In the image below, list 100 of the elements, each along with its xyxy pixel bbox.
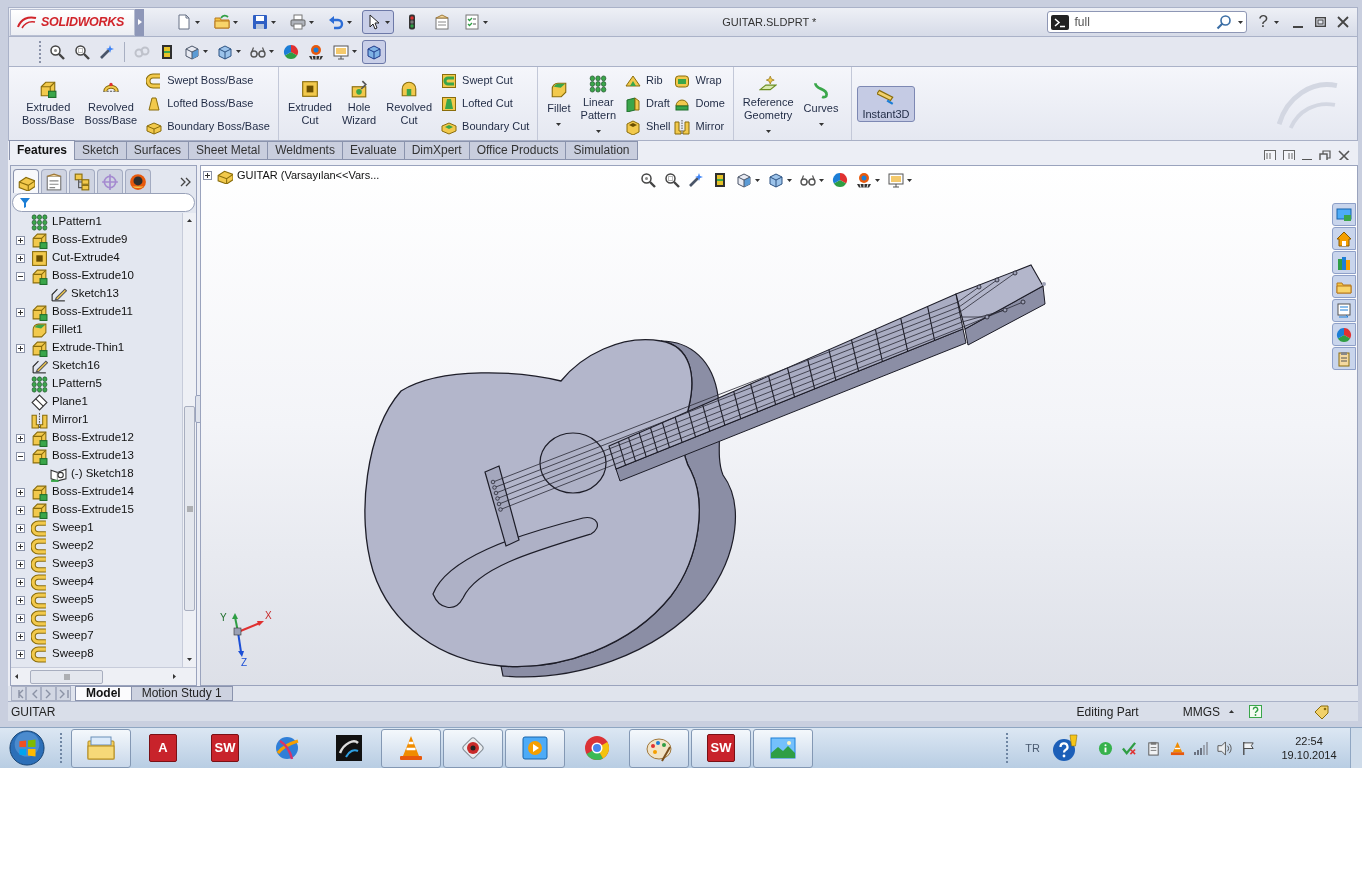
taskbar-app-button[interactable]: SW xyxy=(691,728,751,768)
cut-boundary-command-button[interactable]: Boundary Cut xyxy=(441,117,530,136)
hole-command-button[interactable]: Hole Wizard xyxy=(336,69,382,138)
feature-tree-item[interactable]: LPattern5 xyxy=(52,375,102,393)
command-tab[interactable]: Evaluate xyxy=(341,141,405,160)
close-icon[interactable] xyxy=(1338,150,1350,162)
curves-command-button[interactable]: Curves xyxy=(798,69,844,138)
plus-box-icon[interactable] xyxy=(15,559,25,569)
plus-box-icon[interactable] xyxy=(15,613,25,623)
tag-icon[interactable] xyxy=(1314,704,1330,719)
plus-box-icon[interactable] xyxy=(15,595,25,605)
feature-tree-item[interactable]: Mirror1 xyxy=(52,411,89,429)
command-tab[interactable]: Features xyxy=(9,140,76,160)
command-tab[interactable]: DimXpert xyxy=(403,141,470,160)
plus-box-icon[interactable] xyxy=(203,170,212,180)
search-field[interactable]: full xyxy=(1046,11,1247,33)
help-button[interactable]: ? xyxy=(1258,12,1279,32)
panel-tab[interactable] xyxy=(125,169,151,193)
feature-tree-item[interactable]: Sweep4 xyxy=(52,573,94,591)
menu-expand-button[interactable] xyxy=(135,8,144,36)
task-pane-tab[interactable] xyxy=(1332,299,1356,322)
more-tabs-button[interactable] xyxy=(180,177,191,187)
shaded-button[interactable] xyxy=(362,39,386,64)
cut-revolve-command-button[interactable]: Revolved Cut xyxy=(381,69,438,138)
clipboard-icon[interactable] xyxy=(1146,740,1161,756)
feature-tree-item[interactable]: Sweep8 xyxy=(52,645,94,663)
feature-tree-item[interactable]: Sketch13 xyxy=(71,285,119,303)
plus-box-icon[interactable] xyxy=(15,433,25,443)
flag-icon[interactable] xyxy=(1241,740,1256,756)
feature-tree-item[interactable]: Boss-Extrude12 xyxy=(52,429,134,447)
panel-tab[interactable] xyxy=(13,169,39,193)
loft-command-button[interactable]: Lofted Boss/Base xyxy=(146,94,270,113)
speaker-icon[interactable] xyxy=(1217,740,1232,756)
cut-sweep-command-button[interactable]: Swept Cut xyxy=(441,71,530,90)
taskbar-app-button[interactable]: SW xyxy=(195,728,255,768)
plus-box-icon[interactable] xyxy=(15,523,25,533)
filter-field[interactable] xyxy=(12,193,195,212)
shell-command-button[interactable]: Shell xyxy=(625,117,671,136)
feature-tree-item[interactable]: Fillet1 xyxy=(52,321,83,339)
task-pane-tab[interactable] xyxy=(1332,323,1356,346)
feature-tree-item[interactable]: Boss-Extrude15 xyxy=(52,501,134,519)
scroll-thumb[interactable] xyxy=(184,406,195,611)
plus-box-icon[interactable] xyxy=(15,253,25,263)
clock-date[interactable]: 19.10.2014 xyxy=(1281,748,1337,762)
plus-box-icon[interactable] xyxy=(15,235,25,245)
wrap-command-button[interactable]: Wrap xyxy=(674,71,725,90)
scroll-thumb[interactable] xyxy=(30,669,103,684)
plus-box-icon[interactable] xyxy=(15,541,25,551)
model-tab[interactable]: Model xyxy=(75,686,132,701)
boundary-command-button[interactable]: Boundary Boss/Base xyxy=(146,117,270,136)
feature-tree-item[interactable]: Extrude-Thin1 xyxy=(52,339,125,357)
feature-tree-item[interactable]: LPattern1 xyxy=(52,213,102,231)
feature-tree-item[interactable]: Plane1 xyxy=(52,393,88,411)
feature-tree-item[interactable]: Boss-Extrude9 xyxy=(52,231,128,249)
checkmark-icon[interactable] xyxy=(1122,740,1137,756)
dome-command-button[interactable]: Dome xyxy=(674,94,725,113)
tray-grip[interactable] xyxy=(1006,733,1010,763)
command-tab[interactable]: Sheet Metal xyxy=(188,141,269,160)
flyout-tree-root[interactable]: GUITAR (Varsayılan<<Vars... xyxy=(237,166,380,184)
feature-tree-item[interactable]: Boss-Extrude14 xyxy=(52,483,134,501)
command-tab[interactable]: Office Products xyxy=(468,141,567,160)
plus-box-icon[interactable] xyxy=(15,487,25,497)
taskbar-grip[interactable] xyxy=(60,733,63,763)
task-pane-tab[interactable] xyxy=(1332,347,1356,370)
minus-box-icon[interactable] xyxy=(15,271,25,281)
minus-box-icon[interactable] xyxy=(15,451,25,461)
feature-tree-item[interactable]: Boss-Extrude13 xyxy=(52,447,134,465)
feature-tree-item[interactable]: Sweep2 xyxy=(52,537,94,555)
rib-command-button[interactable]: Rib xyxy=(625,71,671,90)
feature-tree-item[interactable]: Cut-Extrude4 xyxy=(52,249,120,267)
start-button[interactable] xyxy=(6,728,48,768)
plus-box-icon[interactable] xyxy=(15,649,25,659)
task-pane-tab[interactable] xyxy=(1332,227,1356,250)
mirror-command-button[interactable]: Mirror xyxy=(674,117,725,136)
command-tab[interactable]: Sketch xyxy=(74,141,127,160)
feature-tree-item[interactable]: Sweep3 xyxy=(52,555,94,573)
feature-tree-item[interactable]: Sweep7 xyxy=(52,627,94,645)
select-button[interactable] xyxy=(362,10,394,34)
feature-tree-item[interactable]: (-) Sketch18 xyxy=(71,465,134,483)
vertical-scrollbar[interactable] xyxy=(182,213,196,667)
caret-up-icon[interactable] xyxy=(1229,710,1234,713)
feature-tree-item[interactable]: Sweep5 xyxy=(52,591,94,609)
input-language[interactable]: TR xyxy=(1025,739,1040,757)
instant3d-command-button[interactable]: Instant3D xyxy=(857,85,915,122)
refgeom-command-button[interactable]: Reference Geometry xyxy=(737,69,799,138)
horizontal-scrollbar[interactable] xyxy=(11,667,196,685)
cut-loft-command-button[interactable]: Lofted Cut xyxy=(441,94,530,113)
plus-box-icon[interactable] xyxy=(15,577,25,587)
plus-box-icon[interactable] xyxy=(15,307,25,317)
taskbar-app-button[interactable]: A xyxy=(133,728,193,768)
restore-icon[interactable] xyxy=(1319,150,1331,162)
model-tab[interactable]: Motion Study 1 xyxy=(130,686,233,701)
plus-box-icon[interactable] xyxy=(15,505,25,515)
help-alert-icon[interactable] xyxy=(1052,734,1080,762)
plus-box-icon[interactable] xyxy=(15,631,25,641)
draft-command-button[interactable]: Draft xyxy=(625,94,671,113)
signal-bars-icon[interactable] xyxy=(1193,740,1209,756)
command-tab[interactable]: Weldments xyxy=(267,141,343,160)
feature-tree-item[interactable]: Sweep1 xyxy=(52,519,94,537)
help-icon[interactable] xyxy=(1249,705,1262,718)
